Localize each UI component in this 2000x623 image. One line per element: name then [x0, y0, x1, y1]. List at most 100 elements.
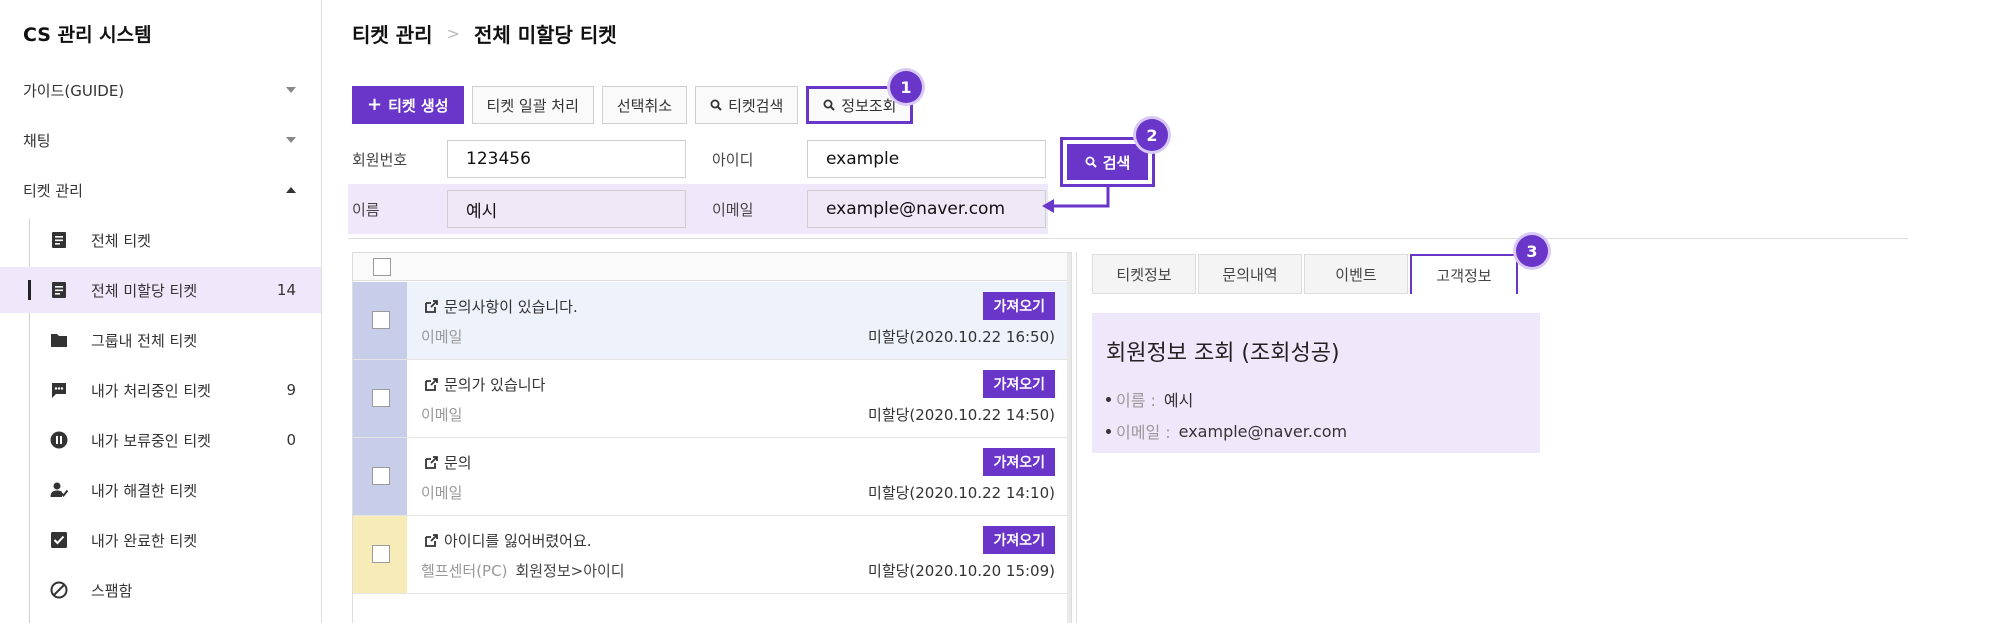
deselect-button[interactable]: 선택취소: [601, 86, 688, 124]
sidebar: CS 관리 시스템 가이드(GUIDE) 채팅 티켓 관리 전체 티켓 전체 미…: [0, 0, 322, 623]
detail-tabs: 티켓정보 문의내역 이벤트 고객정보: [1092, 254, 1520, 294]
ticket-search-button[interactable]: 티켓검색: [695, 86, 799, 124]
detail-panel-border: [1076, 252, 1077, 623]
ticket-row[interactable]: 아이디를 잃어버렸어요. 헬프센터(PC) 회원정보>아이디 가져오기 미할당(2…: [353, 516, 1069, 594]
sidebar-item-unassigned-tickets[interactable]: 전체 미할당 티켓 14: [0, 267, 321, 313]
ticket-row[interactable]: 문의사항이 있습니다. 이메일 가져오기 미할당(2020.10.22 16:5…: [353, 282, 1069, 360]
sidebar-item-all-tickets[interactable]: 전체 티켓: [0, 217, 321, 263]
ticket-checkbox[interactable]: [372, 467, 390, 485]
ticket-source: 헬프센터(PC) 회원정보>아이디: [421, 560, 625, 581]
document-icon: [50, 281, 68, 299]
pause-icon: [50, 431, 68, 449]
id-input[interactable]: [807, 140, 1046, 178]
ticket-title[interactable]: 문의사항이 있습니다.: [425, 296, 578, 317]
ticket-title[interactable]: 아이디를 잃어버렸어요.: [425, 530, 592, 551]
member-no-input[interactable]: [447, 140, 686, 178]
chevron-down-icon: [286, 87, 296, 93]
menu-ticket-management[interactable]: 티켓 관리: [0, 170, 321, 210]
id-label: 아이디: [712, 151, 754, 169]
chat-bubble-icon: [50, 381, 68, 399]
ticket-title-text: 아이디를 잃어버렸어요.: [444, 532, 592, 550]
breadcrumb: 티켓 관리 > 전체 미할당 티켓: [352, 19, 617, 48]
list-scrollbar[interactable]: [1067, 253, 1071, 623]
ticket-checkbox[interactable]: [372, 545, 390, 563]
sidebar-item-my-pending[interactable]: 내가 보류중인 티켓 0: [0, 417, 321, 463]
ticket-title-text: 문의: [444, 454, 472, 472]
fetch-ticket-button[interactable]: 가져오기: [983, 448, 1055, 476]
app-title: CS 관리 시스템: [23, 24, 152, 46]
breadcrumb-root[interactable]: 티켓 관리: [352, 19, 433, 48]
menu-guide[interactable]: 가이드(GUIDE): [0, 70, 321, 110]
ticket-channel: 헬프센터(PC): [421, 562, 508, 580]
menu-label: 티켓 관리: [23, 181, 83, 200]
ticket-row[interactable]: 문의가 있습니다 이메일 가져오기 미할당(2020.10.22 14:50): [353, 360, 1069, 438]
customer-email-key: 이메일 :: [1116, 423, 1171, 442]
ticket-source: 이메일: [421, 404, 470, 425]
name-input[interactable]: [447, 190, 686, 228]
ticket-search-label: 티켓검색: [728, 96, 784, 115]
ticket-checkbox[interactable]: [372, 389, 390, 407]
ticket-status: 미할당(2020.10.20 15:09): [868, 562, 1055, 580]
ticket-channel: 이메일: [421, 406, 463, 424]
form-row-member: 회원번호 아이디: [348, 134, 1048, 184]
fetch-ticket-button[interactable]: 가져오기: [983, 370, 1055, 398]
ticket-row[interactable]: 문의 이메일 가져오기 미할당(2020.10.22 14:10): [353, 438, 1069, 516]
customer-info-title: 회원정보 조회 (조회성공): [1106, 341, 1340, 366]
sidebar-item-label: 내가 해결한 티켓: [91, 481, 198, 500]
annotation-arrow-icon: [1042, 186, 1110, 213]
fetch-ticket-button[interactable]: 가져오기: [983, 292, 1055, 320]
external-link-icon: [425, 300, 438, 313]
toolbar: + 티켓 생성 티켓 일괄 처리 선택취소 티켓검색 정보조회: [352, 86, 914, 124]
bulk-process-label: 티켓 일괄 처리: [486, 96, 579, 115]
sidebar-item-label: 내가 보류중인 티켓: [91, 431, 211, 450]
bulk-process-button[interactable]: 티켓 일괄 처리: [471, 86, 594, 124]
ticket-title[interactable]: 문의가 있습니다: [425, 374, 545, 395]
email-input[interactable]: [807, 190, 1046, 228]
plus-icon: +: [367, 94, 383, 115]
chevron-down-icon: [286, 137, 296, 143]
callout-badge-1: 1: [890, 71, 922, 103]
ticket-list: 문의사항이 있습니다. 이메일 가져오기 미할당(2020.10.22 16:5…: [352, 252, 1072, 623]
sidebar-item-count: 9: [286, 381, 296, 399]
customer-email-line: 이메일 : example@naver.com: [1106, 419, 1526, 443]
ticket-checkbox[interactable]: [372, 311, 390, 329]
sidebar-item-my-completed[interactable]: 내가 완료한 티켓: [0, 517, 321, 563]
search-icon: [1085, 156, 1097, 168]
bullet-icon: [1106, 396, 1111, 402]
customer-name-key: 이름 :: [1116, 391, 1156, 410]
name-label: 이름: [352, 201, 380, 219]
customer-email-value: example@naver.com: [1178, 421, 1348, 441]
sidebar-item-label: 내가 처리중인 티켓: [91, 381, 211, 400]
sidebar-item-spam[interactable]: 스팸함: [0, 567, 321, 613]
tab-customer-info[interactable]: 고객정보: [1410, 254, 1518, 294]
tab-inquiry-history[interactable]: 문의내역: [1198, 254, 1302, 294]
divider: [348, 238, 1908, 239]
search-button[interactable]: 검색: [1067, 144, 1148, 180]
ticket-category: 회원정보>아이디: [515, 562, 625, 580]
email-label: 이메일: [712, 201, 754, 219]
sidebar-item-my-processing[interactable]: 내가 처리중인 티켓 9: [0, 367, 321, 413]
search-icon: [710, 99, 722, 111]
tab-events[interactable]: 이벤트: [1304, 254, 1408, 294]
sidebar-item-my-resolved[interactable]: 내가 해결한 티켓: [0, 467, 321, 513]
menu-chat[interactable]: 채팅: [0, 120, 321, 160]
block-icon: [50, 581, 68, 599]
external-link-icon: [425, 456, 438, 469]
select-all-checkbox[interactable]: [373, 258, 391, 276]
ticket-status: 미할당(2020.10.22 16:50): [868, 328, 1055, 346]
ticket-status: 미할당(2020.10.22 14:50): [868, 406, 1055, 424]
ticket-title[interactable]: 문의: [425, 452, 472, 473]
sidebar-item-group-tickets[interactable]: 그룹내 전체 티켓: [0, 317, 321, 363]
search-button-label: 검색: [1102, 153, 1131, 172]
info-lookup-label: 정보조회: [841, 96, 897, 115]
tab-ticket-info[interactable]: 티켓정보: [1092, 254, 1196, 294]
create-ticket-button[interactable]: + 티켓 생성: [352, 86, 464, 124]
ticket-channel: 이메일: [421, 328, 463, 346]
sidebar-item-label: 전체 티켓: [91, 231, 151, 250]
external-link-icon: [425, 378, 438, 391]
ticket-source: 이메일: [421, 326, 470, 347]
callout-badge-2: 2: [1136, 119, 1168, 151]
customer-name-line: 이름 : 예시: [1106, 387, 1526, 411]
fetch-ticket-button[interactable]: 가져오기: [983, 526, 1055, 554]
customer-info-box: 회원정보 조회 (조회성공) 이름 : 예시 이메일 : example@nav…: [1092, 313, 1540, 453]
